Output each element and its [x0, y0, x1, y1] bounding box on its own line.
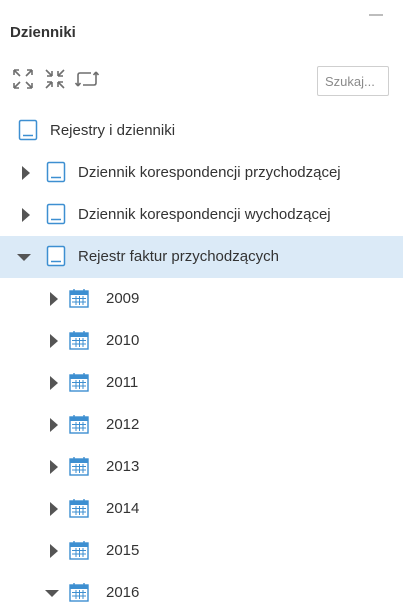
expand-all-button[interactable]: [10, 66, 36, 92]
tree-node-label: Dziennik korespondencji przychodzącej: [78, 164, 341, 181]
tree-node-year[interactable]: 2013: [0, 446, 403, 488]
tree-node-label: Rejestr faktur przychodzących: [78, 248, 279, 265]
expand-arrows-icon: [13, 69, 33, 89]
caret-right-icon[interactable]: [19, 166, 33, 180]
caret-right-icon[interactable]: [47, 544, 61, 558]
tree-node-year[interactable]: 2010: [0, 320, 403, 362]
tree-node-label: 2014: [106, 500, 140, 517]
tree-node-year[interactable]: 2015: [0, 530, 403, 572]
tree-node-year[interactable]: 2011: [0, 362, 403, 404]
tree-node-year[interactable]: 2012: [0, 404, 403, 446]
caret-down-icon[interactable]: [17, 250, 31, 264]
book-icon: [46, 245, 66, 267]
refresh-icon: [74, 71, 100, 87]
book-icon: [46, 161, 66, 183]
caret-right-icon[interactable]: [47, 334, 61, 348]
tree-node-root[interactable]: Rejestry i dzienniki: [0, 110, 403, 152]
search-input[interactable]: [317, 66, 389, 96]
calendar-icon: [69, 541, 89, 560]
collapse-arrows-icon: [45, 69, 65, 89]
tree-node-journal[interactable]: Dziennik korespondencji wychodzącej: [0, 194, 403, 236]
caret-right-icon[interactable]: [47, 292, 61, 306]
tree-node-journal-selected[interactable]: Rejestr faktur przychodzących: [0, 236, 403, 278]
refresh-button[interactable]: [74, 66, 100, 92]
caret-right-icon[interactable]: [47, 418, 61, 432]
collapse-all-button[interactable]: [42, 66, 68, 92]
book-icon: [46, 203, 66, 225]
tree-node-journal[interactable]: Dziennik korespondencji przychodzącej: [0, 152, 403, 194]
tree-node-label: 2015: [106, 542, 140, 559]
caret-right-icon[interactable]: [19, 208, 33, 222]
minimize-icon[interactable]: [369, 14, 383, 16]
tree-node-label: 2011: [106, 374, 139, 391]
tree-node-label: 2010: [106, 332, 140, 349]
tree-node-label: Rejestry i dzienniki: [50, 122, 176, 139]
panel-title: Dzienniki: [10, 24, 76, 41]
tree-node-label: Dziennik korespondencji wychodzącej: [78, 206, 331, 223]
tree-node-year[interactable]: 2009: [0, 278, 403, 320]
book-icon: [18, 119, 38, 141]
tree-node-label: 2012: [106, 416, 140, 433]
calendar-icon: [69, 583, 89, 602]
tree-node-label: 2016: [106, 584, 140, 601]
tree-node-year[interactable]: 2014: [0, 488, 403, 530]
calendar-icon: [69, 373, 89, 392]
tree-node-year[interactable]: 2016: [0, 572, 403, 614]
caret-down-icon[interactable]: [45, 586, 59, 600]
caret-right-icon[interactable]: [47, 460, 61, 474]
tree-node-label: 2009: [106, 290, 140, 307]
calendar-icon: [69, 415, 89, 434]
calendar-icon: [69, 289, 89, 308]
tree-node-label: 2013: [106, 458, 140, 475]
caret-right-icon[interactable]: [47, 376, 61, 390]
calendar-icon: [69, 331, 89, 350]
calendar-icon: [69, 499, 89, 518]
journals-panel: Dzienniki Szukaj... Rejestry i dzienniki…: [0, 0, 403, 604]
calendar-icon: [69, 457, 89, 476]
caret-right-icon[interactable]: [47, 502, 61, 516]
